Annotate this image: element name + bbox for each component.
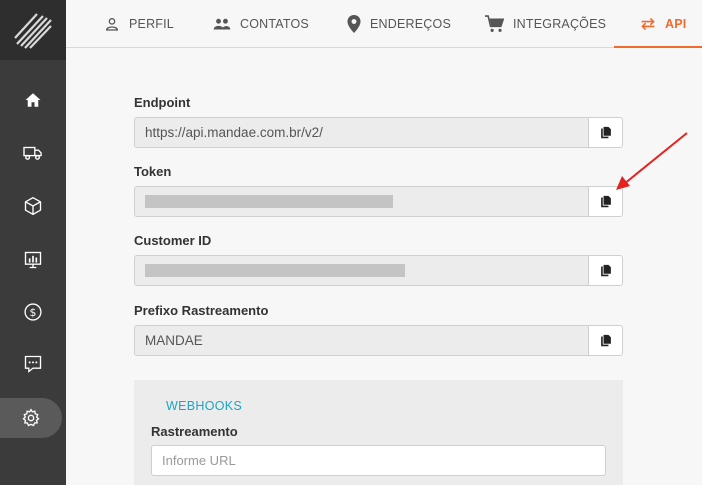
- copy-customer-id-button[interactable]: [588, 255, 623, 286]
- home-icon: [25, 93, 41, 107]
- tab-label: CONTATOS: [240, 17, 309, 31]
- sidebar-item-packages[interactable]: [0, 186, 66, 226]
- webhooks-panel: WEBHOOKS Rastreamento: [134, 380, 623, 485]
- prefix-value: MANDAE: [145, 333, 203, 348]
- tab-label: PERFIL: [129, 17, 174, 31]
- package-icon: [24, 196, 42, 216]
- tab-label: API: [665, 17, 687, 31]
- people-icon: [213, 18, 231, 30]
- prefix-field[interactable]: MANDAE: [134, 325, 589, 356]
- annotation-arrow-icon: [616, 132, 688, 190]
- sidebar-item-home[interactable]: [0, 80, 66, 120]
- tracking-url-input[interactable]: [151, 445, 606, 476]
- cart-icon: [485, 15, 504, 32]
- user-icon: [105, 18, 119, 31]
- customer-id-label: Customer ID: [134, 233, 212, 248]
- tab-enderecos[interactable]: ENDEREÇOS: [347, 0, 451, 48]
- logo[interactable]: [0, 0, 66, 60]
- tracking-label: Rastreamento: [151, 424, 238, 439]
- copy-icon: [600, 264, 611, 277]
- sidebar-item-reports[interactable]: [0, 240, 66, 280]
- sidebar-item-shipments[interactable]: [0, 132, 66, 172]
- svg-text:$: $: [30, 306, 37, 319]
- tab-label: ENDEREÇOS: [370, 17, 451, 31]
- copy-prefix-button[interactable]: [588, 325, 623, 356]
- chart-monitor-icon: [24, 251, 42, 269]
- tab-contatos[interactable]: CONTATOS: [213, 0, 309, 48]
- tab-api[interactable]: API: [640, 0, 686, 48]
- location-pin-icon: [347, 15, 361, 33]
- customer-id-redacted: [145, 264, 405, 277]
- chat-icon: [24, 355, 42, 373]
- tab-label: INTEGRAÇÕES: [513, 17, 607, 31]
- swap-arrows-icon: [641, 17, 655, 31]
- endpoint-field[interactable]: https://api.mandae.com.br/v2/: [134, 117, 589, 148]
- token-label: Token: [134, 164, 172, 179]
- dollar-icon: $: [24, 303, 42, 321]
- customer-id-field[interactable]: [134, 255, 589, 286]
- active-tab-indicator: [614, 46, 702, 48]
- tab-integracoes[interactable]: INTEGRAÇÕES: [485, 0, 606, 48]
- sidebar-item-financial[interactable]: $: [0, 292, 66, 332]
- sidebar-item-settings[interactable]: [0, 398, 62, 438]
- webhooks-title: WEBHOOKS: [166, 399, 243, 413]
- stripes-logo-icon: [14, 13, 52, 49]
- truck-icon: [23, 146, 42, 160]
- endpoint-value: https://api.mandae.com.br/v2/: [145, 125, 323, 140]
- tab-perfil[interactable]: PERFIL: [104, 0, 174, 48]
- copy-icon: [600, 334, 611, 347]
- sidebar: $: [0, 0, 66, 485]
- token-field[interactable]: [134, 186, 589, 217]
- endpoint-label: Endpoint: [134, 95, 191, 110]
- gear-icon: [22, 408, 40, 427]
- sidebar-item-support[interactable]: [0, 344, 66, 384]
- prefix-label: Prefixo Rastreamento: [134, 303, 269, 318]
- token-redacted: [145, 195, 393, 208]
